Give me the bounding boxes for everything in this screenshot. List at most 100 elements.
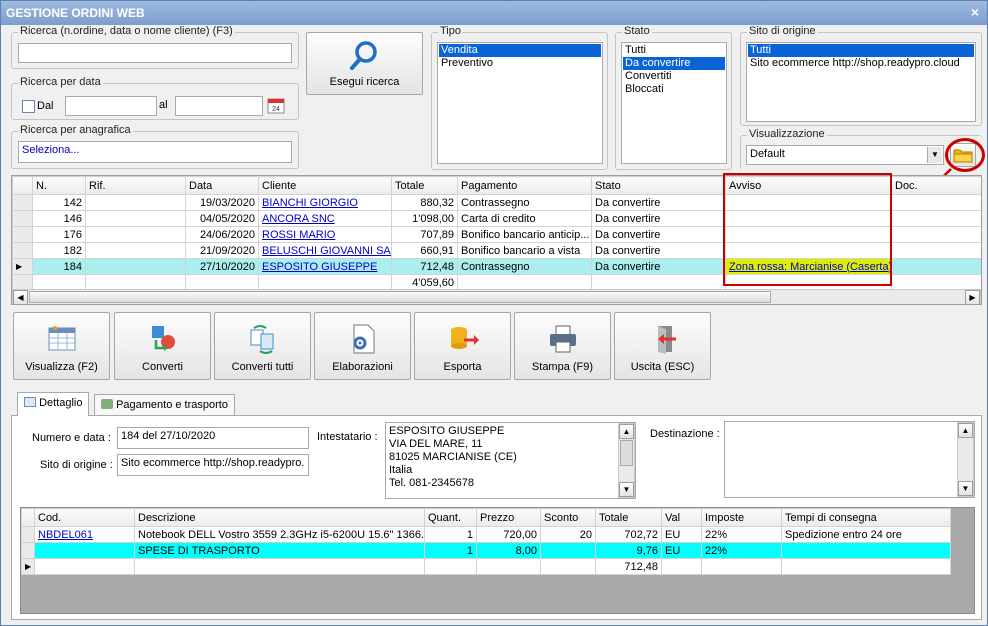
col-sconto[interactable]: Sconto <box>540 508 596 527</box>
sito-origine-field[interactable]: Sito ecommerce http://shop.readypro. <box>117 454 309 476</box>
intestatario-label: Intestatario : <box>317 431 378 443</box>
stato-option[interactable]: Da convertire <box>623 57 725 70</box>
search-label: Ricerca (n.ordine, data o nome cliente) … <box>18 25 235 37</box>
row-indicator <box>21 526 35 543</box>
converti-tutti-button[interactable]: Converti tutti <box>214 312 311 380</box>
scroll-up-icon[interactable]: ▲ <box>958 423 973 438</box>
intestatario-line: Italia <box>389 464 413 476</box>
col-tempi[interactable]: Tempi di consegna <box>781 508 951 527</box>
order-pagamento: Bonifico bancario a vista <box>457 242 592 259</box>
order-totale: 1'098,00 <box>391 210 458 227</box>
sito-option[interactable]: Tutti <box>748 44 974 57</box>
date-search-label: Ricerca per data <box>18 76 103 88</box>
order-rif <box>85 258 186 275</box>
stato-option[interactable]: Bloccati <box>623 83 725 96</box>
line-quant: 1 <box>424 526 477 543</box>
order-totale: 660,91 <box>391 242 458 259</box>
money-icon <box>101 399 113 409</box>
tab-dettaglio[interactable]: Dettaglio <box>17 392 90 416</box>
date-to-input[interactable] <box>175 96 263 116</box>
line-row[interactable]: NBDEL061 Notebook DELL Vostro 3559 2.3GHz… <box>21 526 951 543</box>
scroll-up-icon[interactable]: ▲ <box>619 424 634 439</box>
col-cliente[interactable]: Cliente <box>258 176 392 195</box>
empty-cell <box>661 558 702 575</box>
line-tempi <box>781 542 951 559</box>
converti-button[interactable]: Converti <box>114 312 211 380</box>
search-button[interactable]: Esegui ricerca <box>306 32 423 95</box>
line-imposte: 22% <box>701 526 782 543</box>
col-rif[interactable]: Rif. <box>85 176 186 195</box>
line-cod-link[interactable] <box>34 542 135 559</box>
intestatario-scrollbar[interactable]: ▲ ▼ <box>618 423 635 498</box>
line-totale: 702,72 <box>595 526 662 543</box>
col-descrizione[interactable]: Descrizione <box>134 508 425 527</box>
destinazione-scrollbar[interactable]: ▲ ▼ <box>957 422 974 497</box>
scroll-down-icon[interactable]: ▼ <box>619 482 634 497</box>
line-tempi: Spedizione entro 24 ore <box>781 526 951 543</box>
order-cliente-link[interactable]: BELUSCHI GIOVANNI SAS <box>258 242 392 259</box>
order-cliente-link[interactable]: ROSSI MARIO <box>258 226 392 243</box>
empty-cell <box>781 558 951 575</box>
order-totale: 712,48 <box>391 258 458 275</box>
empty-cell <box>134 558 425 575</box>
converti-tutti-label: Converti tutti <box>231 361 294 373</box>
stampa-button[interactable]: Stampa (F9) <box>514 312 611 380</box>
scroll-down-icon[interactable]: ▼ <box>958 481 973 496</box>
order-totale: 707,89 <box>391 226 458 243</box>
sito-option[interactable]: Sito ecommerce http://shop.readypro.clou… <box>748 57 974 70</box>
scroll-left-icon[interactable]: ◀ <box>13 290 28 304</box>
stato-list[interactable]: Tutti Da convertire Convertiti Bloccati <box>621 42 727 164</box>
numero-field[interactable]: 184 del 27/10/2020 <box>117 427 309 449</box>
lines-total-row: ▶ 712,48 <box>21 558 951 575</box>
esporta-button[interactable]: Esporta <box>414 312 511 380</box>
tipo-option[interactable]: Preventivo <box>439 57 601 70</box>
tipo-list[interactable]: Vendita Preventivo <box>437 42 603 164</box>
stato-option[interactable]: Convertiti <box>623 70 725 83</box>
col-data[interactable]: Data <box>185 176 259 195</box>
destinazione-field[interactable]: ▲ ▼ <box>724 421 975 498</box>
elaborazioni-button[interactable]: Elaborazioni <box>314 312 411 380</box>
grid-view-icon <box>48 326 75 351</box>
col-stato[interactable]: Stato <box>591 176 726 195</box>
order-cliente-link[interactable]: ESPOSITO GIUSEPPE <box>258 258 392 275</box>
col-imposte[interactable]: Imposte <box>701 508 782 527</box>
detail-panel: Numero e data : 184 del 27/10/2020 Sito … <box>11 415 982 620</box>
close-icon[interactable]: × <box>971 4 979 20</box>
anagrafica-select[interactable]: Seleziona... <box>18 141 292 163</box>
col-cod[interactable]: Cod. <box>34 508 135 527</box>
col-totale-riga[interactable]: Totale <box>595 508 662 527</box>
search-input[interactable] <box>18 43 292 63</box>
line-cod-link[interactable]: NBDEL061 <box>34 526 135 543</box>
visualizza-button[interactable]: Visualizza (F2) <box>13 312 110 380</box>
order-stato: Da convertire <box>591 258 726 275</box>
tab-pagamento[interactable]: Pagamento e trasporto <box>94 394 235 415</box>
document-gear-icon <box>353 324 374 354</box>
intestatario-line: ESPOSITO GIUSEPPE <box>389 425 505 437</box>
line-row[interactable]: SPESE DI TRASPORTO 1 8,00 9,76 EU 22% <box>21 542 951 559</box>
scroll-right-icon[interactable]: ▶ <box>965 290 980 304</box>
stato-option[interactable]: Tutti <box>623 44 725 57</box>
row-indicator <box>12 226 33 243</box>
uscita-button[interactable]: Uscita (ESC) <box>614 312 711 380</box>
order-cliente-link[interactable]: ANCORA SNC <box>258 210 392 227</box>
col-prezzo[interactable]: Prezzo <box>476 508 541 527</box>
col-totale[interactable]: Totale <box>391 176 458 195</box>
sito-origine-label: Sito di origine : <box>40 459 113 471</box>
orders-hscrollbar[interactable]: ◀ ▶ <box>12 289 981 304</box>
col-n[interactable]: N. <box>32 176 86 195</box>
date-from-input[interactable] <box>65 96 157 116</box>
col-doc[interactable]: Doc. <box>891 176 981 195</box>
col-pagamento[interactable]: Pagamento <box>457 176 592 195</box>
dal-checkbox[interactable] <box>22 100 35 113</box>
col-val[interactable]: Val <box>661 508 702 527</box>
col-quant[interactable]: Quant. <box>424 508 477 527</box>
calendar-icon[interactable]: 24 <box>267 96 285 114</box>
tipo-option[interactable]: Vendita <box>439 44 601 57</box>
visualizza-label: Visualizza (F2) <box>25 361 98 373</box>
intestatario-field[interactable]: ESPOSITO GIUSEPPE VIA DEL MARE, 11 81025 M… <box>385 422 636 499</box>
elaborazioni-label: Elaborazioni <box>332 361 393 373</box>
scroll-thumb[interactable] <box>620 440 633 466</box>
sito-list[interactable]: Tutti Sito ecommerce http://shop.readypro… <box>746 42 976 122</box>
order-cliente-link[interactable]: BIANCHI GIORGIO <box>258 194 392 211</box>
orders-hscroll-thumb[interactable] <box>29 291 771 303</box>
